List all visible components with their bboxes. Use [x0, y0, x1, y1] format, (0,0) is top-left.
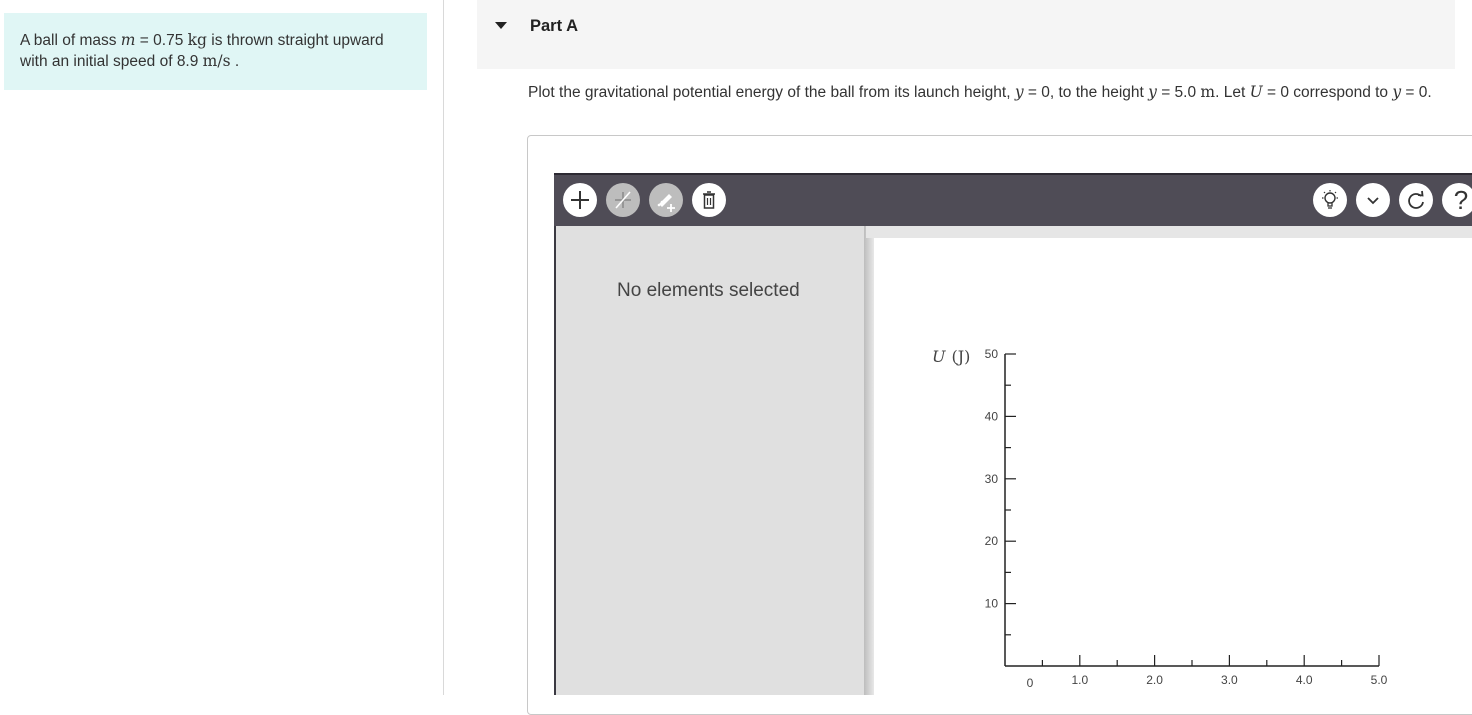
- edit-add-button[interactable]: [649, 183, 683, 217]
- mass-symbol: m: [120, 31, 136, 49]
- potential-energy-chart[interactable]: 10 20 30 40 50 0 1.0 2.0 3.0 4.0 5.0 U (J): [874, 238, 1472, 695]
- speed-unit: m/s: [202, 52, 231, 70]
- hint-button[interactable]: [1313, 183, 1347, 217]
- trash-icon: [703, 191, 715, 209]
- u-symbol: U: [1249, 83, 1263, 101]
- y-symbol: y: [1392, 83, 1402, 101]
- question-text-6: = 0.: [1401, 84, 1432, 101]
- panel-shadow: [864, 226, 874, 695]
- help-icon: ?: [1453, 184, 1469, 215]
- problem-text-2: = 0.75: [135, 32, 188, 49]
- y-tick-label: 40: [985, 409, 999, 423]
- draw-line-button[interactable]: [606, 183, 640, 217]
- y-tick-label: 10: [985, 597, 999, 611]
- x-tick-label: 3.0: [1221, 673, 1238, 687]
- y-symbol: y: [1148, 83, 1157, 101]
- meter-unit: m: [1200, 83, 1216, 101]
- help-button[interactable]: ?: [1442, 183, 1472, 217]
- more-options-button[interactable]: [1356, 183, 1390, 217]
- question-text-1: Plot the gravitational potential energy …: [528, 84, 1015, 101]
- question-text-4: . Let: [1215, 84, 1250, 101]
- y-symbol: y: [1014, 83, 1024, 101]
- y-axis-label: U (J): [932, 347, 970, 366]
- graph-canvas[interactable]: 10 20 30 40 50 0 1.0 2.0 3.0 4.0 5.0 U (J): [874, 238, 1472, 695]
- add-point-button[interactable]: [563, 183, 597, 217]
- question-text-2: = 0, to the height: [1023, 84, 1149, 101]
- delete-button[interactable]: [692, 183, 726, 217]
- problem-text-1: A ball of mass: [20, 32, 121, 49]
- question-text-3: = 5.0: [1156, 84, 1201, 101]
- x-tick-label: 2.0: [1146, 673, 1163, 687]
- edit-add-icon: [657, 194, 675, 212]
- chevron-down-icon: [1367, 197, 1379, 205]
- redo-button[interactable]: [1399, 183, 1433, 217]
- y-axis-unit: (J): [951, 347, 970, 366]
- line-icon: [615, 191, 631, 209]
- panel-divider: [443, 0, 444, 695]
- x-tick-label: 4.0: [1296, 673, 1313, 687]
- y-tick-label: 20: [985, 534, 999, 548]
- problem-statement: A ball of mass m = 0.75 kg is thrown str…: [4, 13, 427, 90]
- x-tick-label: 0: [1027, 676, 1034, 690]
- part-title[interactable]: Part A: [530, 17, 578, 36]
- y-tick-label: 50: [985, 347, 999, 361]
- problem-text-4: .: [230, 53, 240, 70]
- plus-icon: [571, 191, 589, 209]
- chart-axes: [1004, 354, 1379, 667]
- no-selection-message: No elements selected: [617, 280, 800, 301]
- part-header[interactable]: [477, 0, 1455, 69]
- caret-down-icon[interactable]: [495, 22, 507, 29]
- lightbulb-icon: [1322, 190, 1338, 209]
- y-axis-symbol: U: [932, 347, 946, 366]
- canvas-top-band: [866, 226, 1472, 238]
- x-tick-label: 1.0: [1071, 673, 1088, 687]
- question-text-5: = 0 correspond to: [1262, 84, 1393, 101]
- chart-ticks: 10 20 30 40 50 0 1.0 2.0 3.0 4.0 5.0: [985, 347, 1388, 690]
- mass-unit: kg: [187, 31, 207, 49]
- redo-icon: [1408, 190, 1424, 209]
- y-tick-label: 30: [985, 472, 999, 486]
- x-tick-label: 5.0: [1371, 673, 1388, 687]
- question-text: Plot the gravitational potential energy …: [528, 82, 1458, 103]
